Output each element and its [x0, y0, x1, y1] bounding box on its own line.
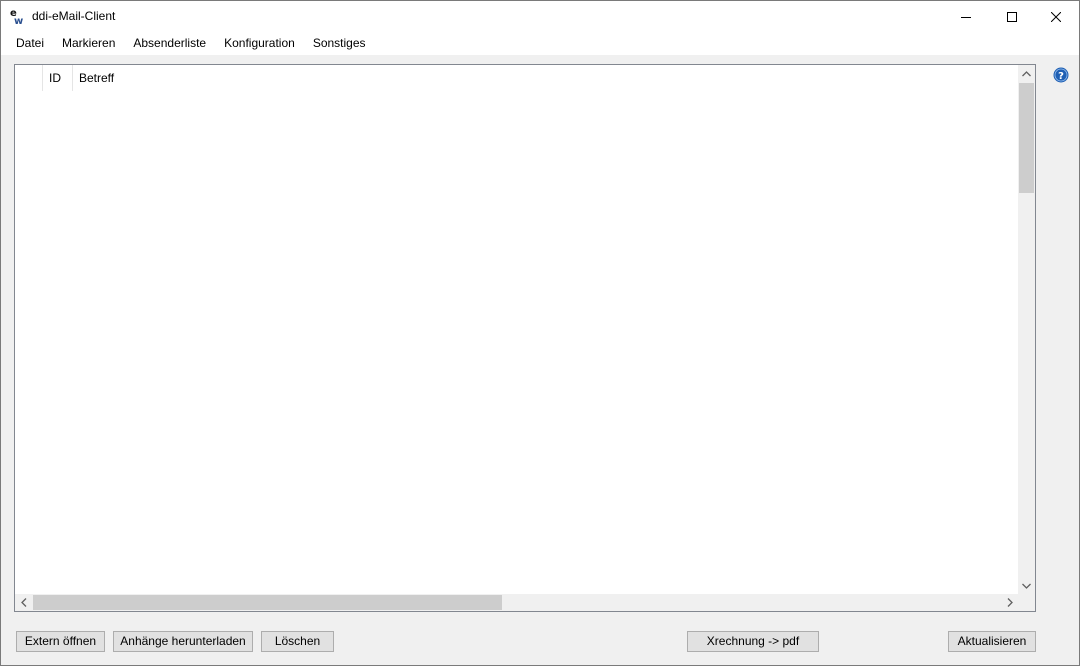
title-bar[interactable]: e w ddi-eMail-Client — [1, 1, 1079, 32]
close-icon — [1051, 11, 1061, 22]
menu-item-datei[interactable]: Datei — [1, 32, 53, 55]
chevron-right-icon — [1007, 598, 1013, 607]
svg-text:?: ? — [1058, 71, 1064, 82]
column-header-betreff[interactable]: Betreff — [73, 65, 199, 91]
chevron-up-icon — [1022, 70, 1031, 76]
chevron-left-icon — [20, 598, 26, 607]
menu-item-markieren[interactable]: Markieren — [53, 32, 124, 55]
column-header-id[interactable]: ID — [43, 65, 73, 91]
horizontal-scroll-thumb[interactable] — [33, 595, 502, 610]
minimize-button[interactable] — [943, 1, 989, 32]
refresh-button[interactable]: Aktualisieren — [948, 631, 1036, 652]
scroll-left-button[interactable] — [15, 594, 32, 611]
scroll-up-button[interactable] — [1018, 65, 1035, 82]
grid-header: ID Betreff — [15, 65, 199, 91]
close-button[interactable] — [1033, 1, 1079, 32]
chevron-down-icon — [1022, 583, 1031, 589]
row-selector-header[interactable] — [15, 65, 43, 91]
download-attachments-button[interactable]: Anhänge herunterladen — [113, 631, 253, 652]
delete-button[interactable]: Löschen — [261, 631, 334, 652]
menu-item-sonstiges[interactable]: Sonstiges — [304, 32, 375, 55]
maximize-button[interactable] — [989, 1, 1035, 32]
help-icon[interactable]: ? — [1053, 67, 1069, 83]
maximize-icon — [1007, 11, 1017, 22]
vertical-scrollbar[interactable] — [1018, 65, 1035, 594]
vertical-scroll-thumb[interactable] — [1019, 83, 1034, 193]
menu-item-absenderliste[interactable]: Absenderliste — [124, 32, 215, 55]
xrechnung-pdf-button[interactable]: Xrechnung -> pdf — [687, 631, 819, 652]
main-window: e w ddi-eMail-Client Datei Markieren Abs… — [0, 0, 1080, 666]
menu-bar: Datei Markieren Absenderliste Konfigurat… — [1, 32, 1079, 55]
scroll-down-button[interactable] — [1018, 577, 1035, 594]
app-logo-icon: e w — [10, 8, 23, 25]
email-grid[interactable]: ID Betreff — [14, 64, 1036, 612]
svg-text:w: w — [14, 16, 23, 25]
scroll-right-button[interactable] — [1001, 594, 1018, 611]
minimize-icon — [961, 16, 971, 18]
extern-open-button[interactable]: Extern öffnen — [16, 631, 105, 652]
scroll-corner — [1018, 594, 1035, 611]
window-title: ddi-eMail-Client — [32, 9, 116, 23]
horizontal-scrollbar[interactable] — [15, 594, 1018, 611]
menu-item-konfiguration[interactable]: Konfiguration — [215, 32, 304, 55]
